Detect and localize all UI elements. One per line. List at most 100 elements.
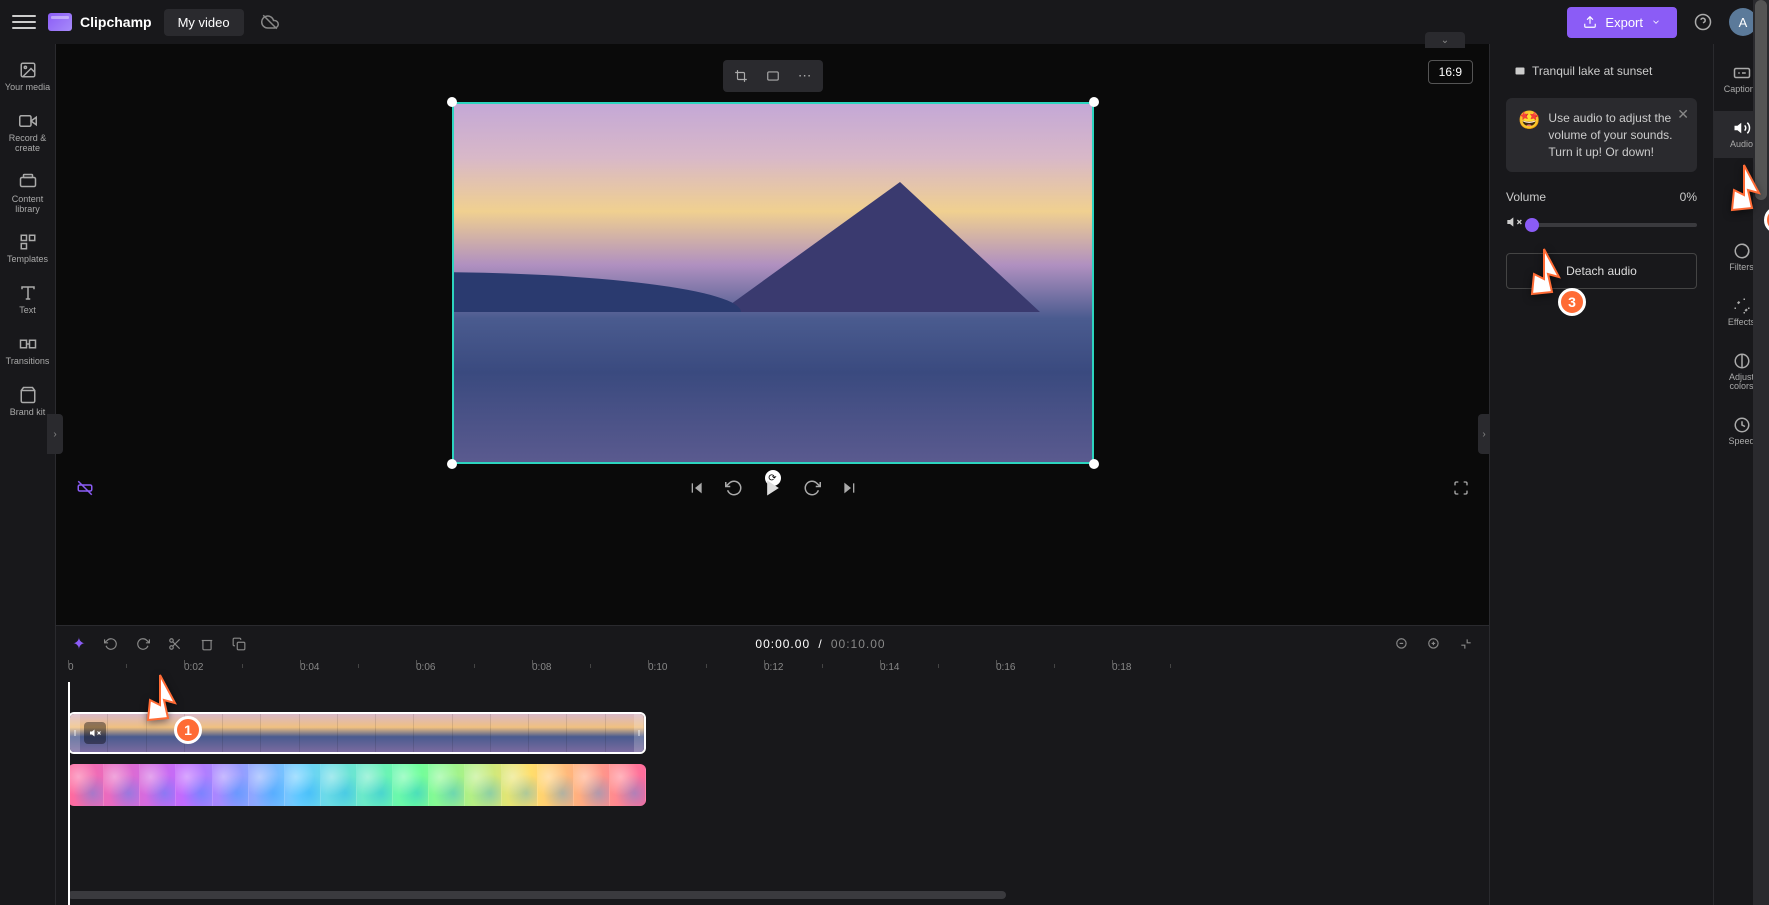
zoom-out-button[interactable]: [1391, 633, 1413, 655]
current-time: 00:00.00: [755, 637, 810, 651]
rewind-5s-button[interactable]: [725, 479, 743, 502]
clip-mute-icon[interactable]: [84, 722, 106, 744]
undo-button[interactable]: [100, 633, 122, 655]
resize-handle-tl[interactable]: [447, 97, 457, 107]
volume-value: 0%: [1680, 190, 1697, 204]
canvas-wrap: ⟳: [452, 102, 1094, 464]
sidebar-item-your-media[interactable]: Your media: [0, 52, 55, 101]
ruler-tick: 0:16: [996, 662, 1015, 673]
timeline-tracks: [68, 682, 1489, 905]
duplicate-button[interactable]: [228, 633, 250, 655]
audio-track[interactable]: [68, 764, 1489, 810]
skip-forward-button[interactable]: [841, 480, 857, 501]
main-area: ⋯ 16:9 ⟳ ⌄ ✦: [56, 44, 1489, 905]
fit-button[interactable]: [759, 64, 787, 88]
tip-text: Use audio to adjust the volume of your s…: [1548, 110, 1685, 160]
crop-button[interactable]: [727, 64, 755, 88]
resize-handle-tr[interactable]: [1089, 97, 1099, 107]
ruler-tick: 0:04: [300, 662, 319, 673]
more-button[interactable]: ⋯: [791, 64, 819, 88]
top-bar: Clipchamp My video Export A: [0, 0, 1769, 44]
ruler-tick: 0:12: [764, 662, 783, 673]
clip-trim-left[interactable]: [70, 714, 80, 752]
detach-audio-button[interactable]: Detach audio: [1506, 253, 1697, 289]
selected-clip-chip[interactable]: Tranquil lake at sunset: [1506, 60, 1660, 82]
play-button[interactable]: [763, 478, 783, 503]
zoom-in-button[interactable]: [1423, 633, 1445, 655]
ruler-tick: 0: [68, 662, 74, 673]
media-icon: [18, 60, 38, 80]
ruler-tick: 0:06: [416, 662, 435, 673]
sidebar-item-text[interactable]: Text: [0, 275, 55, 324]
export-label: Export: [1605, 15, 1643, 30]
preview-canvas[interactable]: [452, 102, 1094, 464]
zoom-tools: [1391, 633, 1477, 655]
rt-label: Effects: [1728, 318, 1755, 328]
skip-back-button[interactable]: [689, 480, 705, 501]
volume-row: [1506, 214, 1697, 235]
topbar-right: Export A: [1567, 7, 1757, 38]
audio-tip-box: 🤩 Use audio to adjust the volume of your…: [1506, 98, 1697, 172]
rt-label: Audio: [1730, 140, 1753, 150]
volume-header: Volume 0%: [1506, 190, 1697, 204]
export-button[interactable]: Export: [1567, 7, 1677, 38]
ruler-tick: 0:10: [648, 662, 667, 673]
video-frame: [454, 104, 1092, 462]
right-panel-collapse-button[interactable]: ›: [1478, 414, 1490, 454]
audio-icon: [1733, 119, 1751, 137]
menu-button[interactable]: [12, 10, 36, 34]
effects-icon: [1733, 297, 1751, 315]
rt-label: Speed: [1728, 437, 1754, 447]
tip-emoji-icon: 🤩: [1518, 110, 1540, 160]
volume-slider-thumb[interactable]: [1525, 218, 1539, 232]
ruler-tick: 0:08: [532, 662, 551, 673]
zoom-fit-button[interactable]: [1455, 633, 1477, 655]
timeline-collapse-button[interactable]: ⌄: [1425, 32, 1465, 48]
volume-slider[interactable]: [1532, 223, 1697, 227]
aspect-ratio-badge[interactable]: 16:9: [1428, 60, 1473, 84]
highlight-clip-button[interactable]: [76, 479, 94, 502]
clip-trim-right[interactable]: [634, 714, 644, 752]
redo-button[interactable]: [132, 633, 154, 655]
sidebar-item-label: Text: [19, 306, 36, 316]
record-icon: [18, 111, 38, 131]
timeline-area: ⌄ ✦ 00:00.00 / 00:10.00 00:020:040:060:0…: [56, 625, 1489, 905]
forward-5s-button[interactable]: [803, 479, 821, 502]
timeline-ruler[interactable]: 0 0:02 0:04 0:06 0:08 0:10 0:12 0:14 0:16 0:18: [68, 662, 1489, 682]
adjust-colors-icon: [1733, 352, 1751, 370]
split-button[interactable]: [164, 633, 186, 655]
filters-icon: [1733, 242, 1751, 260]
sidebar-item-record[interactable]: Record & create: [0, 103, 55, 162]
audio-clip[interactable]: [68, 764, 646, 806]
right-panel: Tranquil lake at sunset 🤩 Use audio to a…: [1489, 44, 1713, 905]
chevron-down-icon: [1651, 17, 1661, 27]
sidebar-item-templates[interactable]: Templates: [0, 224, 55, 273]
cloud-sync-off-icon[interactable]: [256, 8, 284, 36]
window-scrollbar[interactable]: [1753, 0, 1769, 905]
preview-area: ⋯ 16:9 ⟳: [56, 44, 1489, 625]
templates-icon: [18, 232, 38, 252]
help-button[interactable]: [1689, 8, 1717, 36]
sidebar-item-content-library[interactable]: Content library: [0, 164, 55, 223]
playhead[interactable]: [68, 682, 70, 905]
magic-tool-button[interactable]: ✦: [68, 633, 90, 655]
tip-close-button[interactable]: ✕: [1677, 106, 1689, 123]
brand-logo[interactable]: Clipchamp: [48, 13, 152, 31]
video-track[interactable]: [68, 712, 1489, 758]
playback-bar: [56, 464, 1489, 517]
time-separator: /: [818, 637, 822, 651]
ruler-tick: 0:14: [880, 662, 899, 673]
project-title[interactable]: My video: [164, 9, 244, 36]
timeline-scrollbar[interactable]: [68, 891, 1489, 899]
mute-icon[interactable]: [1506, 214, 1522, 235]
text-icon: [18, 283, 38, 303]
delete-button[interactable]: [196, 633, 218, 655]
video-clip[interactable]: [68, 712, 646, 754]
sidebar-item-label: Transitions: [6, 357, 50, 367]
fullscreen-button[interactable]: [1453, 480, 1469, 501]
sidebar-item-transitions[interactable]: Transitions: [0, 326, 55, 375]
clip-thumbnails: [70, 714, 644, 752]
ruler-tick: 0:02: [184, 662, 203, 673]
ruler-tick: 0:18: [1112, 662, 1131, 673]
sidebar-item-label: Templates: [7, 255, 48, 265]
